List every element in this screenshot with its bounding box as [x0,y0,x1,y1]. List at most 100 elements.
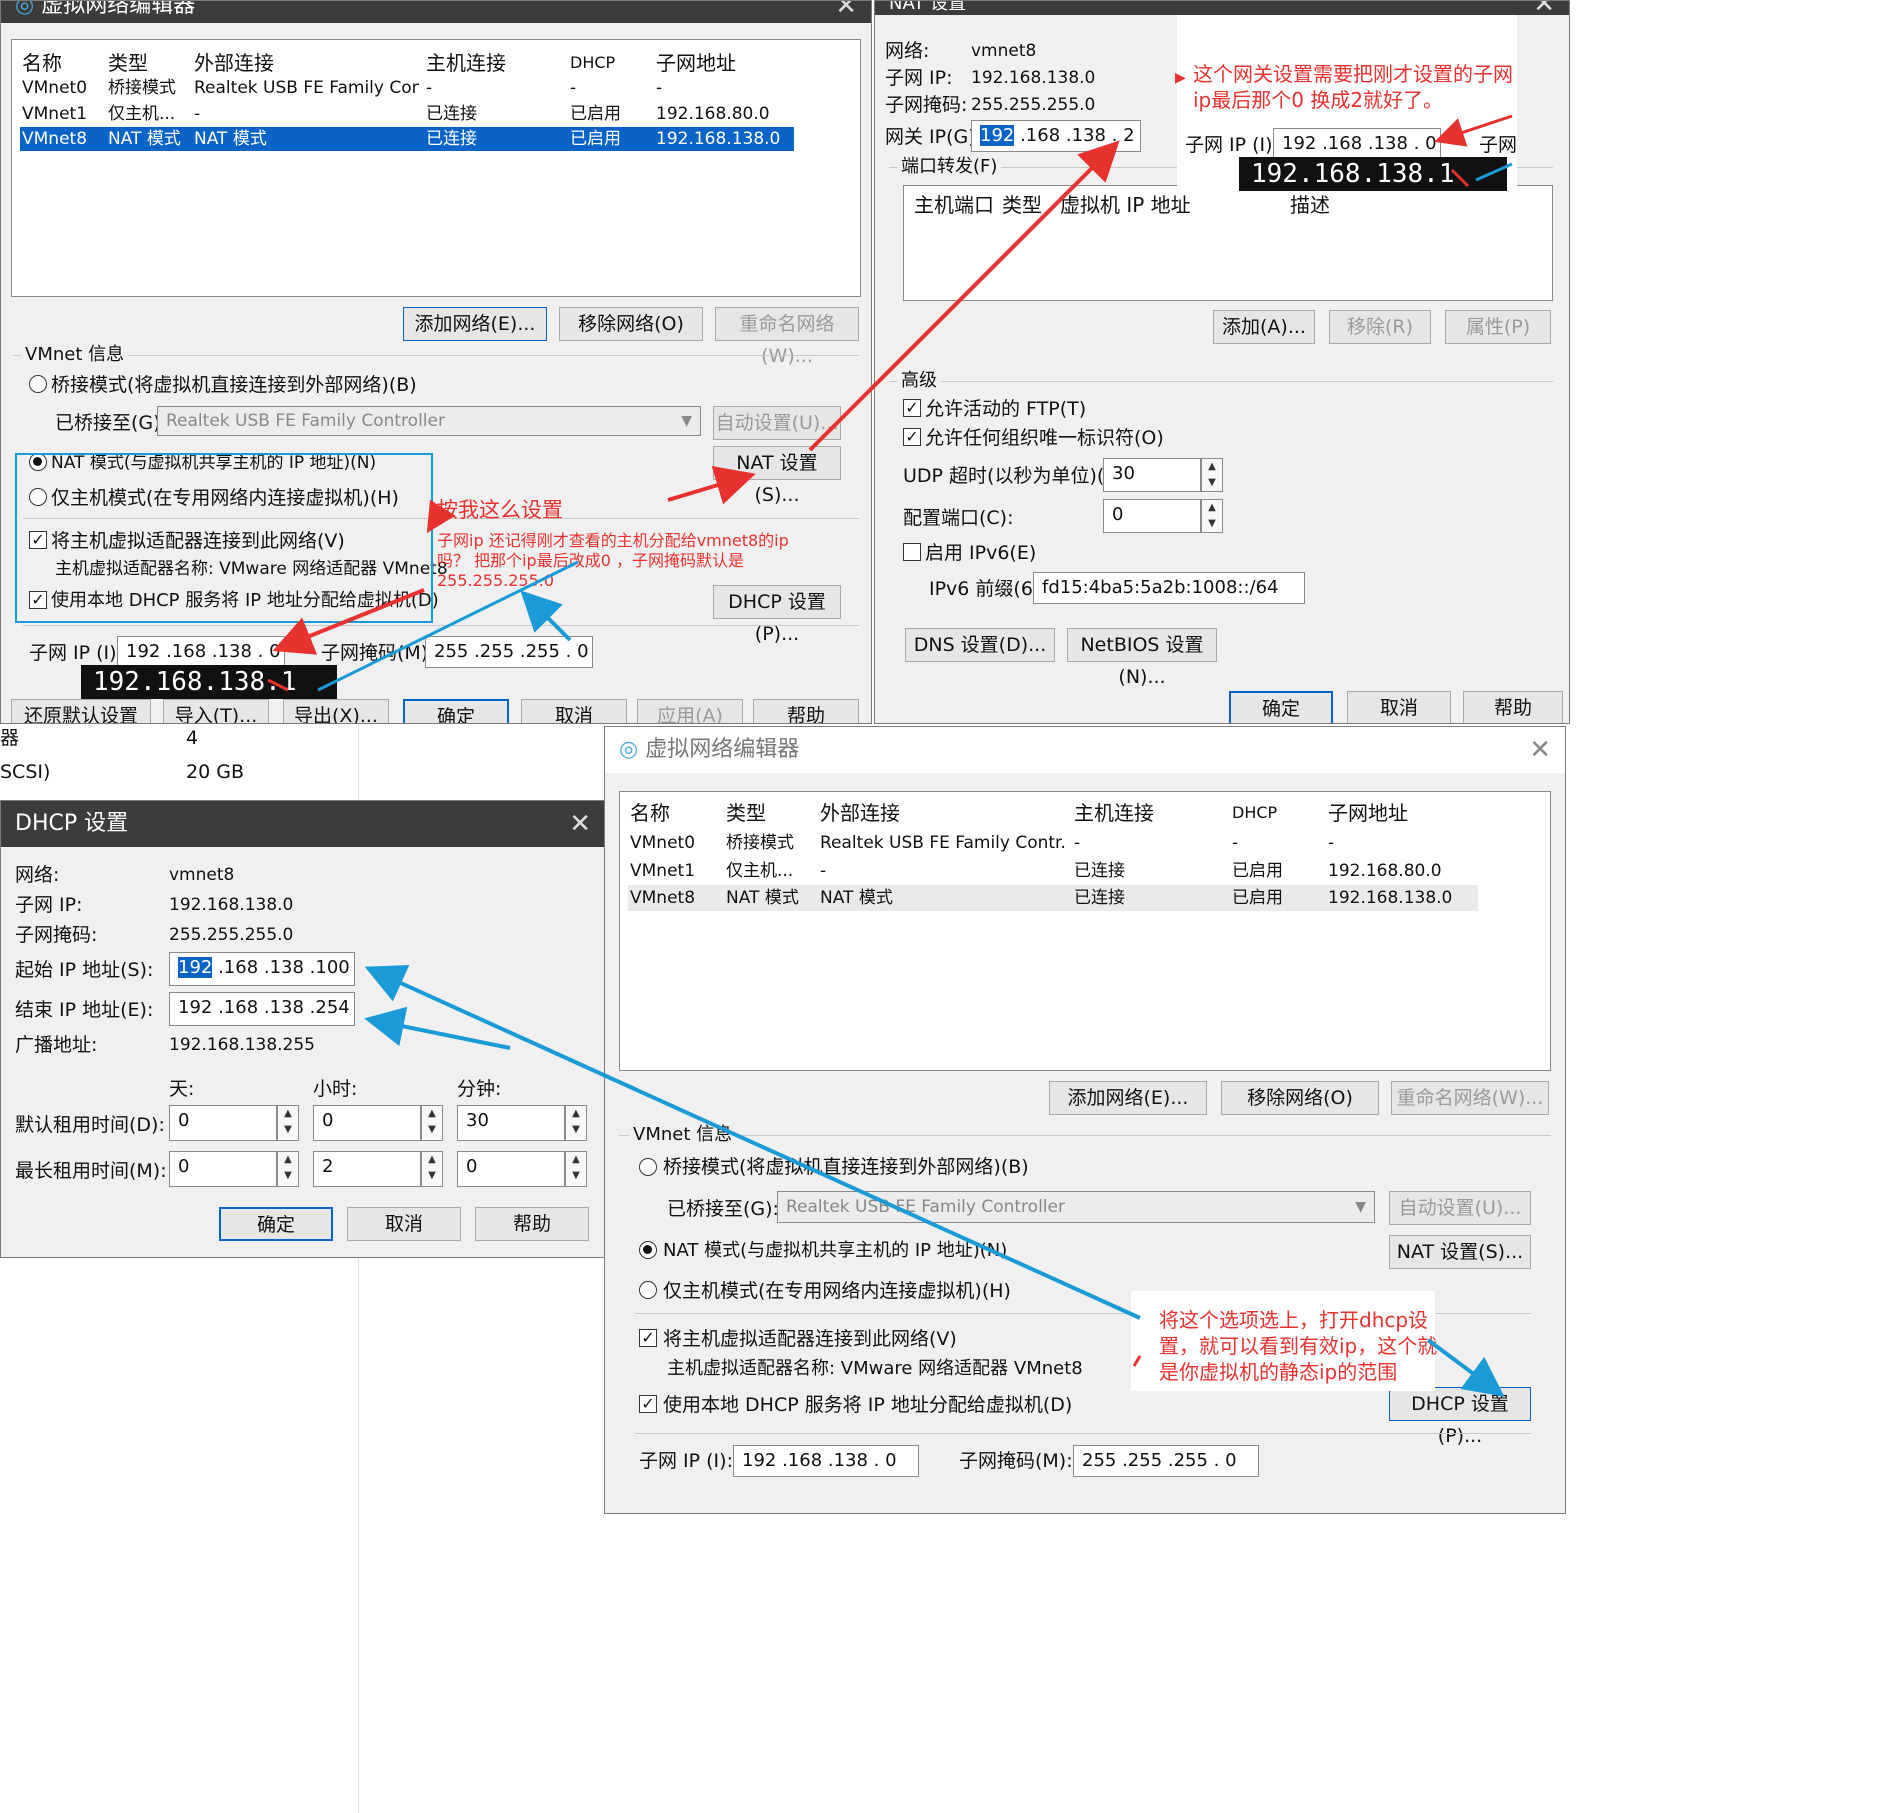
dhcp-settings-button[interactable]: DHCP 设置(P)... [713,585,841,645]
column-subnet[interactable]: 子网地址 [1328,798,1408,828]
allow-oui-checkbox[interactable]: ✓ [903,428,921,446]
default-lease-minutes-spinner[interactable]: ▲ ▼ [565,1105,587,1141]
column-name[interactable]: 名称 [22,48,62,78]
use-dhcp-label[interactable]: 使用本地 DHCP 服务将 IP 地址分配给虚拟机(D) [663,1393,1072,1417]
remove-button[interactable]: 移除(R) [1329,310,1431,344]
max-lease-days-spinner[interactable]: ▲ ▼ [277,1151,299,1187]
close-icon[interactable]: ✕ [569,801,591,847]
enable-ipv6-label[interactable]: 启用 IPv6(E) [925,541,1036,565]
rename-network-button[interactable]: 重命名网络(W)... [1391,1081,1549,1115]
add-network-button[interactable]: 添加网络(E)... [403,307,547,341]
table-row[interactable]: VMnet1 仅主机... - 已连接 已启用 192.168.80.0 [20,102,852,126]
column-type[interactable]: 类型 [726,798,766,828]
nat-settings-button[interactable]: NAT 设置(S)... [713,446,841,506]
default-lease-days-spinner[interactable]: ▲ ▼ [277,1105,299,1141]
udp-timeout-field[interactable]: 30 [1103,458,1201,492]
column-external[interactable]: 外部连接 [820,798,900,828]
column-type[interactable]: 类型 [1002,190,1042,220]
help-button[interactable]: 帮助 [475,1207,589,1241]
nat-settings-button[interactable]: NAT 设置(S)... [1389,1235,1531,1269]
add-button[interactable]: 添加(A)... [1213,310,1315,344]
ok-button[interactable]: 确定 [403,699,509,723]
remove-network-button[interactable]: 移除网络(O) [559,307,703,341]
column-external[interactable]: 外部连接 [194,48,274,78]
column-dhcp[interactable]: DHCP [570,48,615,78]
end-ip-field[interactable]: 192 .168 .138 .254 [169,992,355,1026]
cancel-button[interactable]: 取消 [1347,691,1451,723]
network-list[interactable]: 名称 类型 外部连接 主机连接 DHCP 子网地址 VMnet0 桥接模式 Re… [619,791,1551,1071]
nat-mode-label[interactable]: NAT 模式(与虚拟机共享主机的 IP 地址)(N) [663,1239,1007,1263]
column-subnet[interactable]: 子网地址 [656,48,736,78]
column-type[interactable]: 类型 [108,48,148,78]
allow-ftp-label[interactable]: 允许活动的 FTP(T) [925,397,1086,421]
start-ip-field[interactable]: 192 .168 .138 .100 [169,952,355,986]
port-forward-list[interactable]: 主机端口 类型 虚拟机 IP 地址 描述 [903,185,1553,301]
column-dhcp[interactable]: DHCP [1232,798,1277,828]
allow-ftp-checkbox[interactable]: ✓ [903,399,921,417]
table-row-selected[interactable]: VMnet8 NAT 模式 NAT 模式 已连接 已启用 192.168.138… [20,127,794,151]
properties-button[interactable]: 属性(P) [1445,310,1551,344]
cancel-button[interactable]: 取消 [521,699,627,723]
table-row-selected[interactable]: VMnet8 NAT 模式 NAT 模式 已连接 已启用 192.168.138… [628,885,1478,911]
subnet-mask-field[interactable]: 255 .255 .255 . 0 [1073,1445,1259,1477]
rename-network-button[interactable]: 重命名网络(W)... [715,307,859,367]
subnet-ip-field[interactable]: 192 .168 .138 . 0 [117,636,285,668]
column-host[interactable]: 主机连接 [426,48,506,78]
subnet-mask-field[interactable]: 255 .255 .255 . 0 [425,636,593,668]
default-lease-days[interactable]: 0 [169,1105,277,1141]
max-lease-minutes[interactable]: 0 [457,1151,565,1187]
nat-mode-radio[interactable] [639,1241,657,1259]
dhcp-settings-button[interactable]: DHCP 设置(P)... [1389,1387,1531,1447]
restore-defaults-button[interactable]: 还原默认设置(R) [11,699,151,723]
help-button[interactable]: 帮助 [1463,691,1563,723]
host-only-label[interactable]: 仅主机模式(在专用网络内连接虚拟机)(H) [663,1279,1011,1303]
close-icon[interactable]: ✕ [835,1,857,19]
max-lease-minutes-spinner[interactable]: ▲ ▼ [565,1151,587,1187]
table-row[interactable]: VMnet0 桥接模式 Realtek USB FE Family Contr.… [20,76,852,100]
cancel-button[interactable]: 取消 [347,1207,461,1241]
default-lease-hours[interactable]: 0 [313,1105,421,1141]
udp-timeout-spinner[interactable]: ▲ ▼ [1201,458,1223,492]
ipv6-prefix-field[interactable]: fd15:4ba5:5a2b:1008::/64 [1033,572,1305,604]
gateway-ip-field[interactable]: 192 .168 .138 . 2 [971,120,1141,152]
bridged-to-select[interactable]: Realtek USB FE Family Controller ▼ [157,406,701,436]
max-lease-hours[interactable]: 2 [313,1151,421,1187]
column-host[interactable]: 主机连接 [1074,798,1154,828]
subnet-ip-field[interactable]: 192 .168 .138 . 0 [733,1445,919,1477]
connect-host-adapter-checkbox[interactable]: ✓ [639,1329,657,1347]
allow-oui-label[interactable]: 允许任何组织唯一标识符(O) [925,426,1164,450]
bridge-mode-radio[interactable] [29,375,47,393]
ok-button[interactable]: 确定 [219,1207,333,1241]
auto-settings-button[interactable]: 自动设置(U)... [713,406,841,440]
ok-button[interactable]: 确定 [1229,691,1333,723]
help-button[interactable]: 帮助 [753,699,859,723]
close-icon[interactable]: ✕ [1533,1,1555,17]
remove-network-button[interactable]: 移除网络(O) [1221,1081,1379,1115]
use-dhcp-checkbox[interactable]: ✓ [639,1395,657,1413]
bridge-mode-radio[interactable] [639,1158,657,1176]
config-port-field[interactable]: 0 [1103,499,1201,533]
bridge-mode-label[interactable]: 桥接模式(将虚拟机直接连接到外部网络)(B) [663,1155,1029,1179]
close-icon[interactable]: ✕ [1529,727,1551,773]
default-lease-minutes[interactable]: 30 [457,1105,565,1141]
auto-settings-button[interactable]: 自动设置(U)... [1389,1191,1531,1225]
export-button[interactable]: 导出(X)... [283,699,389,723]
connect-host-adapter-label[interactable]: 将主机虚拟适配器连接到此网络(V) [663,1327,957,1351]
column-description[interactable]: 描述 [1290,190,1330,220]
bridge-mode-label[interactable]: 桥接模式(将虚拟机直接连接到外部网络)(B) [51,373,417,397]
host-only-radio[interactable] [639,1281,657,1299]
default-lease-hours-spinner[interactable]: ▲ ▼ [421,1105,443,1141]
import-button[interactable]: 导入(T)... [163,699,269,723]
apply-button[interactable]: 应用(A) [637,699,743,723]
table-row[interactable]: VMnet1 仅主机... - 已连接 已启用 192.168.80.0 [628,858,1542,884]
dns-settings-button[interactable]: DNS 设置(D)... [905,628,1055,662]
netbios-settings-button[interactable]: NetBIOS 设置(N)... [1067,628,1217,688]
column-name[interactable]: 名称 [630,798,670,828]
network-list[interactable]: 名称 类型 外部连接 主机连接 DHCP 子网地址 VMnet0 桥接模式 Re… [11,39,861,297]
max-lease-days[interactable]: 0 [169,1151,277,1187]
table-row[interactable]: VMnet0 桥接模式 Realtek USB FE Family Contr.… [628,830,1542,856]
column-host-port[interactable]: 主机端口 [914,190,994,220]
max-lease-hours-spinner[interactable]: ▲ ▼ [421,1151,443,1187]
add-network-button[interactable]: 添加网络(E)... [1049,1081,1207,1115]
config-port-spinner[interactable]: ▲ ▼ [1201,499,1223,533]
